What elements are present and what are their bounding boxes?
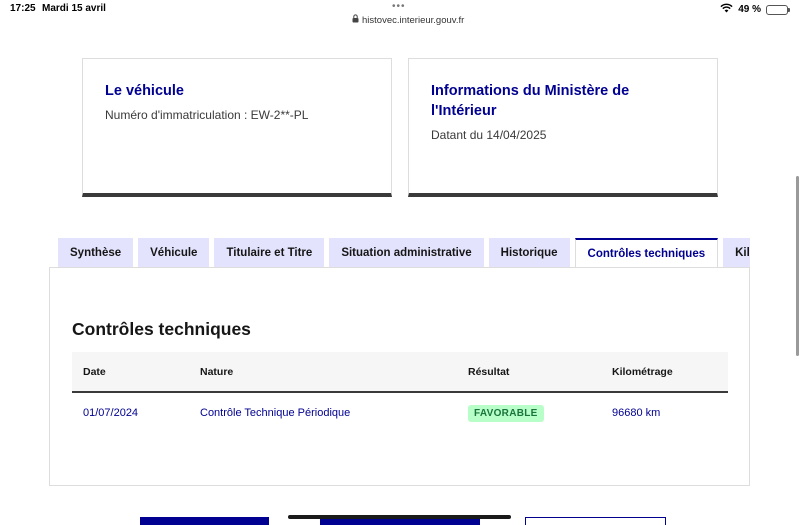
bottom-button-3[interactable] [525,517,666,525]
url-text: histovec.interieur.gouv.fr [362,14,465,26]
cell-date: 01/07/2024 [83,407,139,419]
tab-situation-administrative[interactable]: Situation administrative [329,238,484,268]
battery-icon [766,4,790,15]
bottom-button-1[interactable] [140,517,269,525]
tab-list: Synthèse Véhicule Titulaire et Titre Sit… [58,238,750,268]
status-right: 49 % [720,3,790,16]
table-row: 01/07/2024 Contrôle Technique Périodique… [72,393,728,433]
status-date: Mardi 15 avril [42,3,106,14]
status-bar: 17:25 Mardi 15 avril ••• histovec.interi… [0,0,800,30]
tab-kilometrage[interactable]: Kilométrage [723,238,750,268]
vehicle-card-title: Le véhicule [105,83,184,99]
result-badge: FAVORABLE [468,404,544,422]
tab-synthese[interactable]: Synthèse [58,238,134,268]
cell-mileage: 96680 km [612,407,661,419]
column-header-nature: Nature [200,365,234,378]
tab-panel: Contrôles techniques Date Nature Résulta… [49,267,750,486]
tab-historique[interactable]: Historique [488,238,570,268]
column-header-result: Résultat [468,365,510,378]
scrollbar[interactable] [796,176,799,356]
address-bar[interactable]: histovec.interieur.gouv.fr [352,14,464,26]
status-time: 17:25 [10,3,36,14]
ministry-card-title: Informations du Ministère de l'Intérieur [431,83,630,119]
home-indicator[interactable] [288,515,511,519]
column-header-date: Date [83,365,106,378]
battery-percent: 49 % [738,4,761,15]
tab-titulaire-et-titre[interactable]: Titulaire et Titre [214,238,325,268]
controls-table: Date Nature Résultat Kilométrage 01/07/2… [72,352,728,433]
multitask-dots-icon[interactable]: ••• [392,1,406,12]
panel-title: Contrôles techniques [72,319,251,339]
wifi-icon [720,3,733,16]
cell-nature: Contrôle Technique Périodique [200,407,351,419]
ministry-date: Datant du 14/04/2025 [431,128,547,142]
registration-number: Numéro d'immatriculation : EW-2**-PL [105,108,309,122]
tab-controles-techniques[interactable]: Contrôles techniques [574,238,719,268]
vehicle-card: Le véhicule Numéro d'immatriculation : E… [82,58,392,197]
column-header-mileage: Kilométrage [612,365,673,378]
cell-result: FAVORABLE [468,393,544,433]
table-header: Date Nature Résultat Kilométrage [72,352,728,393]
ministry-card: Informations du Ministère de l'Intérieur… [408,58,718,197]
tab-vehicule[interactable]: Véhicule [138,238,210,268]
lock-icon [352,14,359,26]
